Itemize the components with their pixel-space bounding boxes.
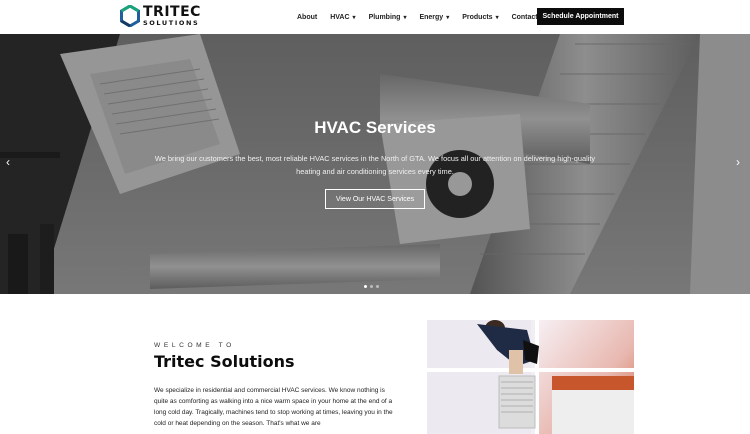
- nav-item-products[interactable]: Products ▾: [462, 14, 498, 21]
- hero-subtitle: We bring our customers the best, most re…: [154, 154, 596, 176]
- technician-photo: [427, 320, 634, 434]
- brand-tagline: SOLUTIONS: [143, 19, 200, 28]
- hero-title: HVAC Services: [314, 118, 436, 137]
- welcome-title: Tritec Solutions: [154, 352, 295, 371]
- nav-item-energy[interactable]: Energy ▾: [419, 14, 449, 21]
- technician-image: [427, 320, 634, 434]
- welcome-eyebrow: WELCOME TO: [154, 342, 235, 349]
- main-nav: About HVAC ▾ Plumbing ▾ Energy ▾ Products ▾ …: [297, 0, 551, 34]
- slider-dot[interactable]: [370, 285, 373, 288]
- nav-item-label: Contact: [511, 13, 538, 21]
- schedule-appointment-button[interactable]: Schedule Appointment: [537, 8, 624, 25]
- nav-item-contact[interactable]: Contact: [512, 14, 538, 21]
- nav-item-about[interactable]: About: [297, 14, 317, 21]
- chevron-down-icon: ▾: [403, 14, 407, 21]
- slider-dot[interactable]: [364, 285, 367, 288]
- hero-slider: ‹ › HVAC Services We bring our customers…: [0, 34, 750, 294]
- chevron-down-icon: ▾: [495, 14, 499, 21]
- hexagon-logo-icon: [120, 5, 140, 27]
- nav-item-hvac[interactable]: HVAC ▾: [330, 14, 355, 21]
- site-header: TRITEC SOLUTIONS About HVAC ▾ Plumbing ▾ E…: [0, 0, 750, 34]
- nav-item-label: About: [297, 13, 318, 21]
- nav-item-label: Energy: [419, 13, 444, 21]
- brand-name: TRITEC: [143, 4, 201, 21]
- slider-dots: [364, 285, 382, 288]
- chevron-left-icon[interactable]: ‹: [6, 156, 10, 168]
- nav-item-label: Plumbing: [368, 13, 401, 21]
- nav-item-label: Products: [462, 13, 493, 21]
- chevron-right-icon[interactable]: ›: [736, 156, 740, 168]
- slider-dot[interactable]: [376, 285, 379, 288]
- chevron-down-icon: ▾: [352, 14, 356, 21]
- nav-item-plumbing[interactable]: Plumbing ▾: [369, 14, 407, 21]
- nav-item-label: HVAC: [330, 13, 350, 21]
- chevron-down-icon: ▾: [446, 14, 450, 21]
- view-hvac-services-button[interactable]: View Our HVAC Services: [325, 189, 425, 209]
- brand-logo[interactable]: TRITEC SOLUTIONS: [120, 5, 201, 27]
- welcome-body: We specialize in residential and commerc…: [154, 387, 393, 427]
